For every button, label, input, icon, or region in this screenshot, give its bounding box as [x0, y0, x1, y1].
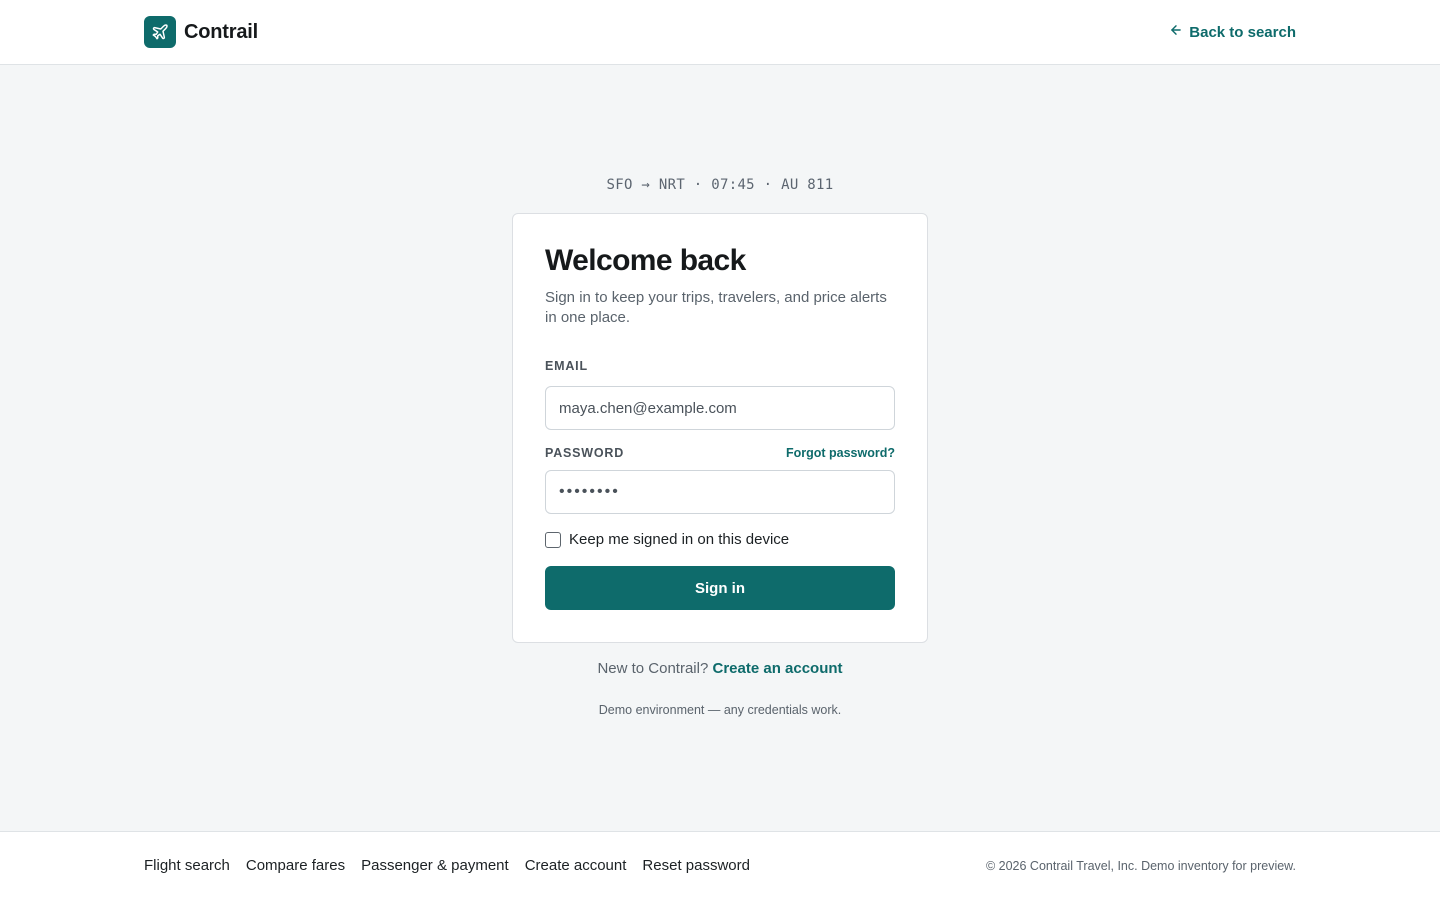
remember-me[interactable]: Keep me signed in on this device	[545, 531, 789, 548]
back-to-search-link[interactable]: Back to search	[1169, 21, 1296, 43]
page-title: Welcome back	[545, 244, 746, 277]
signup-prompt: New to Contrail? Create an account	[0, 660, 1440, 677]
password-label: PASSWORD	[545, 446, 625, 460]
email-label: EMAIL	[545, 359, 588, 373]
forgot-password-link[interactable]: Forgot password?	[786, 446, 895, 460]
remember-label: Keep me signed in on this device	[569, 531, 790, 548]
top-bar: Contrail Back to search	[0, 0, 1440, 65]
create-account-link[interactable]: Create an account	[713, 660, 843, 677]
footer-link-flight-search[interactable]: Flight search	[144, 857, 230, 874]
brand[interactable]: Contrail	[144, 16, 258, 48]
footer-link-passenger-payment[interactable]: Passenger & payment	[361, 857, 509, 874]
plane-icon	[144, 16, 176, 48]
route-summary: SFO → NRT · 07:45 · AU 811	[606, 177, 834, 193]
arrow-left-icon	[1169, 23, 1183, 41]
footer: Flight search Compare fares Passenger & …	[0, 831, 1440, 900]
footer-nav: Flight search Compare fares Passenger & …	[144, 857, 750, 874]
footer-link-compare-fares[interactable]: Compare fares	[246, 857, 345, 874]
signup-prompt-text: New to Contrail?	[597, 660, 709, 677]
sign-in-button[interactable]: Sign in	[545, 566, 895, 610]
footer-link-create-account[interactable]: Create account	[525, 857, 627, 874]
back-link-label: Back to search	[1189, 23, 1296, 41]
remember-checkbox[interactable]	[545, 531, 561, 548]
password-field[interactable]: ••••••••	[545, 470, 895, 514]
footer-link-reset-password[interactable]: Reset password	[642, 857, 750, 874]
copyright: © 2026 Contrail Travel, Inc. Demo invent…	[985, 859, 1296, 873]
sign-in-card: Welcome back Sign in to keep your trips,…	[512, 213, 928, 643]
demo-note: Demo environment — any credentials work.	[598, 703, 842, 717]
brand-name: Contrail	[184, 20, 258, 43]
page-subtitle: Sign in to keep your trips, travelers, a…	[545, 289, 887, 326]
email-field[interactable]: maya.chen@example.com	[545, 386, 895, 430]
